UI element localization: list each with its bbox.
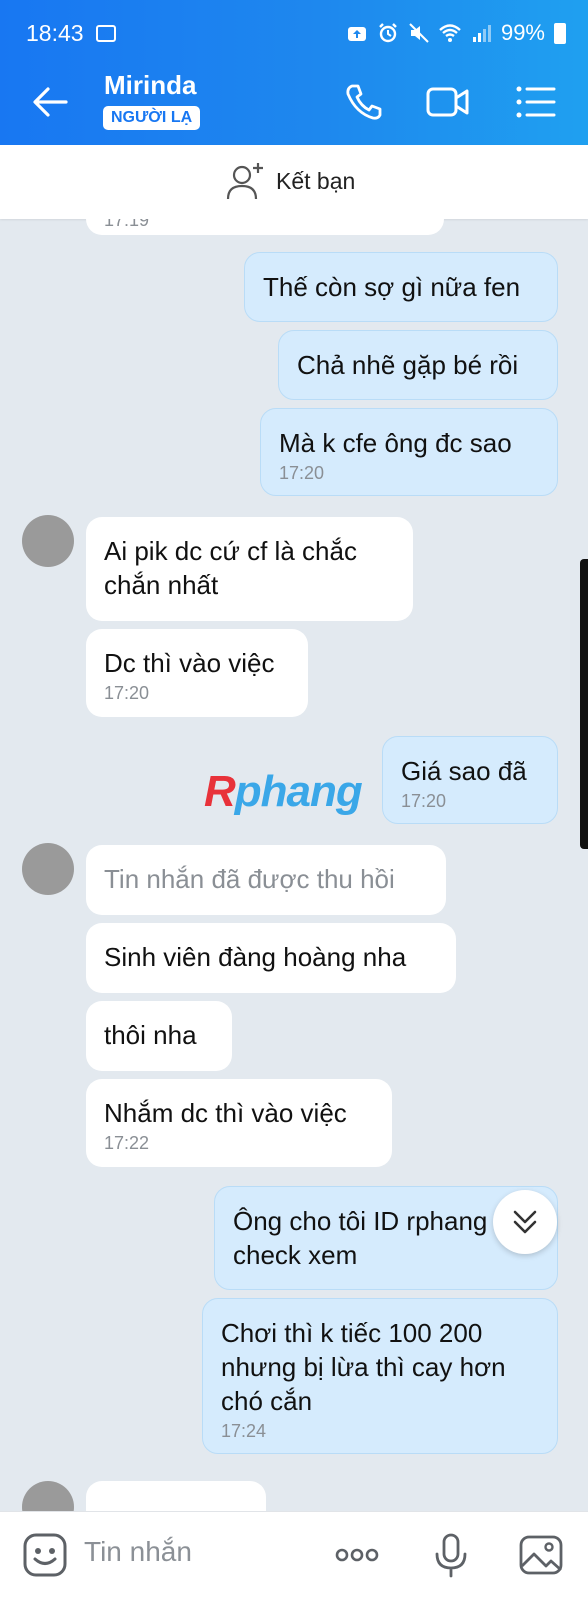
status-bar: 18:43 99%	[0, 0, 588, 60]
message-time: 17:20	[279, 463, 325, 483]
video-call-icon[interactable]	[426, 80, 470, 124]
upload-notification-icon	[347, 27, 366, 41]
message-bubble-outgoing[interactable]: Chả nhẽ gặp bé rồi	[278, 330, 558, 400]
add-friend-bar[interactable]: Kết bạn	[0, 145, 588, 219]
message-text: Ai pik dc cứ cf là chắc chắn nhất	[104, 536, 357, 600]
message-text: Mà k cfe ông đc sao	[279, 428, 512, 458]
double-chevron-down-icon	[513, 1210, 537, 1234]
image-gallery-icon[interactable]	[518, 1532, 564, 1578]
more-options-icon[interactable]	[334, 1532, 380, 1578]
contact-avatar[interactable]	[22, 1481, 74, 1511]
add-friend-label: Kết bạn	[276, 167, 356, 194]
alarm-icon	[379, 23, 397, 43]
message-list[interactable]: 17:19 Thế còn sợ gì nữa fen Chả nhẽ gặp …	[0, 219, 588, 1511]
message-bubble-outgoing[interactable]: Thế còn sợ gì nữa fen	[244, 252, 558, 322]
message-bubble-incoming[interactable]: Sinh viên đàng hoàng nha	[86, 923, 456, 993]
signal-icon	[472, 25, 491, 42]
status-time: 18:43	[26, 20, 84, 46]
battery-icon	[554, 22, 566, 44]
add-friend-icon	[226, 163, 263, 200]
message-bubble-outgoing[interactable]: Giá sao đã 17:20	[382, 736, 558, 824]
contact-name[interactable]: Mirinda	[104, 70, 196, 101]
message-bubble-incoming[interactable]: 17:19	[86, 219, 444, 235]
message-bubble-incoming[interactable]: Dc thì vào việc 17:20	[86, 629, 308, 717]
message-text: Thế còn sợ gì nữa fen	[263, 272, 521, 302]
wifi-icon	[439, 24, 461, 42]
message-text: Sinh viên đàng hoàng nha	[104, 942, 407, 972]
message-bubble-incoming[interactable]: Nhắm dc thì vào việc 17:22	[86, 1079, 392, 1167]
message-time: 17:22	[104, 1133, 150, 1153]
message-text: Nhắm dc thì vào việc	[104, 1098, 347, 1128]
message-bubble-recalled[interactable]: Tin nhắn đã được thu hồi	[86, 845, 446, 915]
mute-icon	[409, 23, 429, 43]
message-text: Chơi thì k tiếc 100 200 nhưng bị lừa thì…	[221, 1318, 506, 1416]
stranger-badge: NGƯỜI LẠ	[103, 106, 201, 130]
message-bubble-incoming[interactable]: thôi nha	[86, 1001, 232, 1071]
message-time: 17:20	[104, 683, 150, 703]
battery-percent: 99%	[500, 20, 545, 45]
microphone-icon[interactable]	[428, 1532, 474, 1578]
message-time: 17:20	[401, 791, 447, 811]
message-time: 17:19	[104, 219, 150, 230]
message-time: 17:24	[221, 1421, 267, 1441]
scrollbar[interactable]	[580, 559, 588, 849]
top-bar: 18:43 99% Mirinda NGƯỜI LẠ	[0, 0, 588, 145]
message-composer: Tin nhắn	[0, 1511, 588, 1601]
chat-header: Mirinda NGƯỜI LẠ	[0, 60, 588, 145]
watermark-logo: Rphang	[204, 767, 363, 816]
add-friend-button[interactable]: Kết bạn	[226, 161, 355, 201]
message-bubble-incoming[interactable]	[86, 1481, 266, 1511]
back-arrow-icon[interactable]	[30, 82, 70, 122]
message-text: Dc thì vào việc	[104, 648, 275, 678]
status-icons: 99%	[346, 20, 566, 46]
message-text: Giá sao đã	[401, 756, 527, 786]
message-bubble-outgoing[interactable]: Chơi thì k tiếc 100 200 nhưng bị lừa thì…	[202, 1298, 558, 1454]
gallery-notification-icon	[96, 25, 116, 42]
phone-call-icon[interactable]	[342, 80, 386, 124]
message-text: Chả nhẽ gặp bé rồi	[297, 350, 519, 380]
message-input[interactable]: Tin nhắn	[84, 1536, 192, 1568]
sticker-emoji-icon[interactable]	[22, 1532, 68, 1578]
message-bubble-outgoing[interactable]: Mà k cfe ông đc sao 17:20	[260, 408, 558, 496]
contact-avatar[interactable]	[22, 843, 74, 895]
scroll-to-bottom-button[interactable]	[493, 1190, 557, 1254]
message-text: thôi nha	[104, 1020, 197, 1050]
menu-list-icon[interactable]	[514, 80, 558, 124]
message-text: Tin nhắn đã được thu hồi	[104, 864, 395, 894]
contact-avatar[interactable]	[22, 515, 74, 567]
message-bubble-incoming[interactable]: Ai pik dc cứ cf là chắc chắn nhất	[86, 517, 413, 621]
